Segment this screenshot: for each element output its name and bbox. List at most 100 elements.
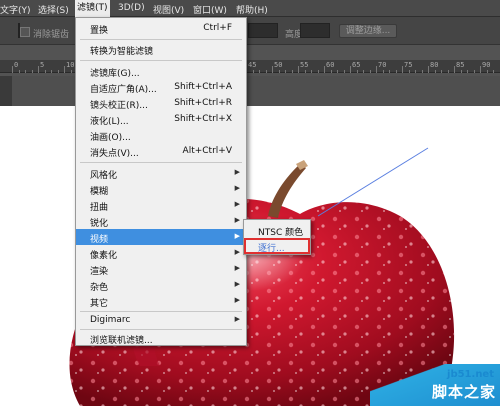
menu-item-label: 浏览联机滤镜... xyxy=(90,336,153,346)
submenu-arrow-icon: ▶ xyxy=(234,216,240,224)
ruler-tick xyxy=(350,66,351,73)
menu-type[interactable]: 文字(Y) xyxy=(0,3,31,16)
menu-item-adaptive-wide-angle[interactable]: 自适应广角(A)... Shift+Ctrl+A xyxy=(76,79,246,95)
ruler-minor-tick xyxy=(304,70,306,73)
submenu-arrow-icon: ▶ xyxy=(234,248,240,256)
menu-item-shortcut: Shift+Ctrl+R xyxy=(174,98,232,108)
menu-item-label: 锐化 xyxy=(90,219,109,229)
menu-item-sharpen[interactable]: 锐化 ▶ xyxy=(76,213,246,229)
ruler-number: 90 xyxy=(482,61,491,69)
ruler-number: 45 xyxy=(248,61,257,69)
ruler-minor-tick xyxy=(493,70,494,73)
menu-help[interactable]: 帮助(H) xyxy=(236,3,268,16)
ruler-number: 50 xyxy=(274,61,283,69)
menu-item-label: 置换 xyxy=(90,26,109,36)
ruler-minor-tick xyxy=(18,70,20,73)
menu-item-render[interactable]: 渲染 ▶ xyxy=(76,261,246,277)
ruler-number: 65 xyxy=(352,61,361,69)
ruler-tick xyxy=(298,66,299,73)
menu-item-oil-paint[interactable]: 油画(O)... xyxy=(76,127,246,143)
ruler-number: 80 xyxy=(430,61,439,69)
submenu-arrow-icon: ▶ xyxy=(234,232,240,240)
menu-select[interactable]: 选择(S) xyxy=(38,3,69,16)
ruler-tick xyxy=(376,66,377,73)
menu-view[interactable]: 视图(V) xyxy=(153,3,184,16)
ruler-tick xyxy=(402,66,403,73)
video-submenu: NTSC 颜色 逐行... xyxy=(243,219,311,255)
submenu-arrow-icon: ▶ xyxy=(234,200,240,208)
menu-item-vanishing-point[interactable]: 消失点(V)... Alt+Ctrl+V xyxy=(76,143,246,159)
menu-item-distort[interactable]: 扭曲 ▶ xyxy=(76,197,246,213)
ruler-minor-tick xyxy=(408,70,410,73)
ruler-minor-tick xyxy=(389,70,390,73)
menu-item-label: 镜头校正(R)... xyxy=(90,101,148,111)
menu-3d[interactable]: 3D(D) xyxy=(118,3,145,13)
ruler-minor-tick xyxy=(51,70,52,73)
ruler-minor-tick xyxy=(467,70,468,73)
ruler-minor-tick xyxy=(25,70,26,73)
menu-item-digimarc[interactable]: Digimarc ▶ xyxy=(76,312,246,328)
menu-item-label: 模糊 xyxy=(90,187,109,197)
width-field[interactable] xyxy=(248,23,278,38)
submenu-arrow-icon: ▶ xyxy=(234,280,240,288)
ruler-number: 60 xyxy=(326,61,335,69)
menu-item-label: 其它 xyxy=(90,299,109,309)
ruler-tick xyxy=(428,66,429,73)
menu-item-shortcut: Shift+Ctrl+X xyxy=(174,114,232,124)
menu-item-convert-smart-filter[interactable]: 转换为智能滤镜 xyxy=(76,41,246,57)
ruler-tick xyxy=(38,66,39,73)
ruler-tick xyxy=(454,66,455,73)
menu-filter[interactable]: 滤镜(T) xyxy=(75,0,110,17)
ruler-minor-tick xyxy=(421,70,423,73)
menu-item-browse-online-filters[interactable]: 浏览联机滤镜... xyxy=(76,330,246,346)
menu-window[interactable]: 窗口(W) xyxy=(193,3,227,16)
menu-item-pixelate[interactable]: 像素化 ▶ xyxy=(76,245,246,261)
submenu-item-ntsc-colors[interactable]: NTSC 颜色 xyxy=(244,222,310,238)
ruler-minor-tick xyxy=(337,70,338,73)
refine-edge-button[interactable]: 调整边缘... xyxy=(339,24,397,38)
menu-item-label: 扭曲 xyxy=(90,203,109,213)
ruler-minor-tick xyxy=(486,70,488,73)
ruler-minor-tick xyxy=(363,70,364,73)
height-field[interactable] xyxy=(300,23,330,38)
menu-item-lens-correction[interactable]: 镜头校正(R)... Shift+Ctrl+R xyxy=(76,95,246,111)
ruler-tick xyxy=(480,66,481,73)
menu-bar: 文字(Y) 选择(S) 滤镜(T) 3D(D) 视图(V) 窗口(W) 帮助(H… xyxy=(0,0,500,17)
ruler-minor-tick xyxy=(44,70,46,73)
ruler-minor-tick xyxy=(252,70,254,73)
submenu-arrow-icon: ▶ xyxy=(234,315,240,323)
menu-item-shortcut: Shift+Ctrl+A xyxy=(174,82,232,92)
ruler-minor-tick xyxy=(473,70,475,73)
ruler-number: 55 xyxy=(300,61,309,69)
menu-item-label: 风格化 xyxy=(90,171,118,181)
ruler-minor-tick xyxy=(382,70,384,73)
menu-item-blur[interactable]: 模糊 ▶ xyxy=(76,181,246,197)
ruler-number: 5 xyxy=(40,61,45,69)
ruler-minor-tick xyxy=(415,70,416,73)
menu-item-displace[interactable]: 置换 Ctrl+F xyxy=(76,20,246,36)
watermark-site: jb51.net xyxy=(447,369,494,380)
menu-item-video[interactable]: 视频 ▶ xyxy=(76,229,246,245)
ruler-tick xyxy=(324,66,325,73)
filter-menu: 置换 Ctrl+F 转换为智能滤镜 滤镜库(G)... 自适应广角(A)... … xyxy=(75,17,247,346)
antialias-checkbox[interactable] xyxy=(20,27,30,37)
ruler-tick xyxy=(64,66,65,73)
menu-item-other[interactable]: 其它 ▶ xyxy=(76,293,246,309)
menu-item-filter-gallery[interactable]: 滤镜库(G)... xyxy=(76,63,246,79)
menu-item-stylize[interactable]: 风格化 ▶ xyxy=(76,165,246,181)
ruler-number: 85 xyxy=(456,61,465,69)
watermark-name: 脚本之家 xyxy=(431,383,496,401)
menu-separator xyxy=(80,162,242,163)
submenu-arrow-icon: ▶ xyxy=(234,168,240,176)
menu-item-label: 油画(O)... xyxy=(90,133,131,143)
menu-item-label: 滤镜库(G)... xyxy=(90,69,140,79)
submenu-item-deinterlace[interactable]: 逐行... xyxy=(244,238,310,254)
menu-item-noise[interactable]: 杂色 ▶ xyxy=(76,277,246,293)
ruler-number: 0 xyxy=(14,61,19,69)
ruler-number: 75 xyxy=(404,61,413,69)
menu-item-label: 杂色 xyxy=(90,283,109,293)
ruler-minor-tick xyxy=(434,70,436,73)
ruler-minor-tick xyxy=(31,70,33,73)
menu-item-label: 渲染 xyxy=(90,267,109,277)
menu-item-liquify[interactable]: 液化(L)... Shift+Ctrl+X xyxy=(76,111,246,127)
